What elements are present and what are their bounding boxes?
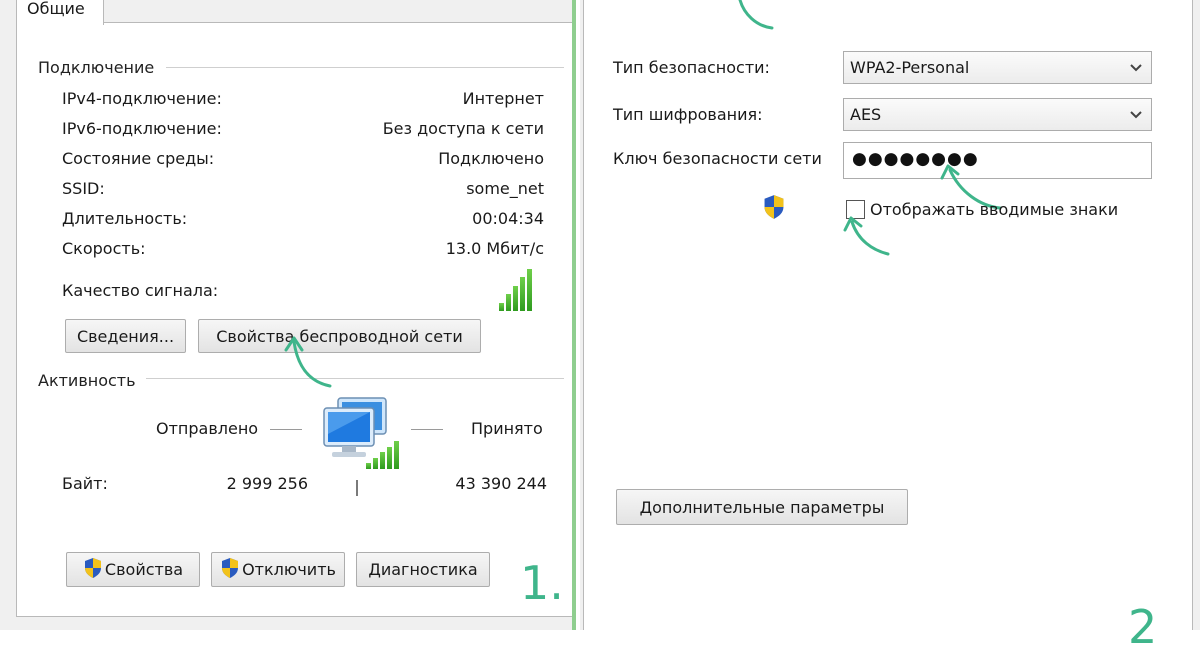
uac-shield-icon <box>220 557 240 583</box>
media-state-label: Состояние среды: <box>62 149 215 168</box>
signal-bar <box>394 441 399 469</box>
advanced-settings-button[interactable]: Дополнительные параметры <box>616 489 908 525</box>
signal-bar <box>506 294 511 311</box>
diagnostics-button-label: Диагностика <box>368 560 478 579</box>
signal-bar <box>387 447 392 469</box>
annotation-arrow-icon <box>282 330 338 390</box>
connection-section-title: Подключение <box>38 58 155 77</box>
activity-separator <box>356 480 358 496</box>
security-type-value: WPA2-Personal <box>850 58 970 77</box>
advanced-settings-button-label: Дополнительные параметры <box>639 497 885 517</box>
activity-section-title: Активность <box>38 371 136 390</box>
uac-shield-icon <box>83 557 103 583</box>
received-dash <box>411 429 443 430</box>
security-tab-page <box>583 0 1193 630</box>
chevron-down-icon <box>1129 60 1143 79</box>
signal-bar <box>373 458 378 469</box>
activity-signal-icon <box>366 441 399 469</box>
bytes-label: Байт: <box>62 474 108 493</box>
signal-bar <box>499 303 504 311</box>
encryption-type-label: Тип шифрования: <box>613 105 763 124</box>
encryption-type-select[interactable]: AES <box>843 98 1152 131</box>
diagnostics-button[interactable]: Диагностика <box>356 552 490 587</box>
tab-general[interactable]: Общие <box>16 0 104 25</box>
disconnect-button[interactable]: Отключить <box>211 552 345 587</box>
details-button-label: Сведения... <box>76 326 175 346</box>
annotation-arrow-icon <box>730 0 780 32</box>
chevron-down-icon <box>1129 107 1143 126</box>
bytes-sent-value: 2 999 256 <box>226 474 308 493</box>
duration-label: Длительность: <box>62 209 188 228</box>
wireless-properties-button-label: Свойства беспроводной сети <box>216 326 463 346</box>
signal-bar <box>513 286 518 311</box>
ipv4-label: IPv4-подключение: <box>62 89 222 108</box>
sent-label: Отправлено <box>156 419 259 438</box>
received-label: Принято <box>471 419 543 438</box>
network-key-label: Ключ безопасности сети <box>613 149 822 168</box>
panel-accent-border <box>572 0 576 630</box>
security-type-label: Тип безопасности: <box>613 58 770 77</box>
ipv4-value: Интернет <box>462 89 544 108</box>
wireless-properties-button[interactable]: Свойства беспроводной сети <box>198 319 481 353</box>
signal-bar <box>366 463 371 469</box>
sent-dash <box>270 429 302 430</box>
properties-button[interactable]: Свойства <box>66 552 200 587</box>
ssid-label: SSID: <box>62 179 105 198</box>
signal-bar <box>520 277 525 311</box>
step-number-2: 2 <box>1128 600 1158 654</box>
disconnect-button-label: Отключить <box>242 560 336 579</box>
duration-value: 00:04:34 <box>472 209 544 228</box>
signal-quality-label: Качество сигнала: <box>62 281 219 300</box>
media-state-value: Подключено <box>438 149 544 168</box>
ipv6-value: Без доступа к сети <box>382 119 544 138</box>
properties-button-label: Свойства <box>104 560 184 579</box>
details-button[interactable]: Сведения... <box>65 319 186 353</box>
security-type-select[interactable]: WPA2-Personal <box>843 51 1152 84</box>
encryption-type-value: AES <box>850 105 882 124</box>
signal-bar <box>380 452 385 469</box>
connection-section-divider <box>166 67 564 68</box>
step-number-1: 1. <box>520 556 564 610</box>
signal-strength-icon <box>499 269 532 311</box>
activity-section-divider <box>146 378 564 379</box>
speed-value: 13.0 Мбит/с <box>445 239 544 258</box>
tab-general-label: Общие <box>27 0 85 18</box>
show-characters-label[interactable]: Отображать вводимые знаки <box>870 200 1118 219</box>
signal-bar <box>527 269 532 311</box>
ipv6-label: IPv6-подключение: <box>62 119 222 138</box>
bytes-received-value: 43 390 244 <box>455 474 547 493</box>
annotation-arrow-icon <box>842 212 898 260</box>
uac-shield-icon <box>762 194 786 220</box>
ssid-value: some_net <box>466 179 544 198</box>
speed-label: Скорость: <box>62 239 146 258</box>
